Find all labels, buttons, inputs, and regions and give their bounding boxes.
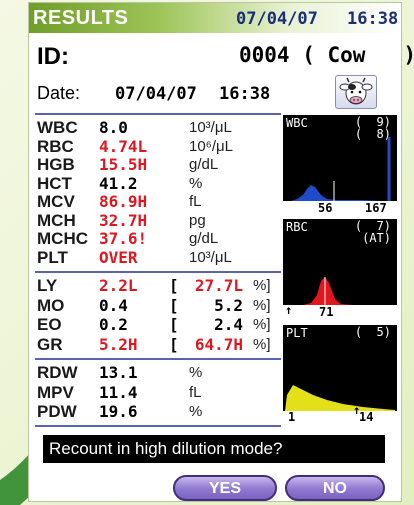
yes-button[interactable]: YES bbox=[173, 475, 277, 501]
rbc-marker-icon: ↑ bbox=[285, 303, 293, 317]
parameter-name: LY bbox=[37, 276, 58, 295]
cow-icon bbox=[339, 77, 373, 105]
parameter-name: MO bbox=[37, 295, 65, 315]
rbc-histogram: RBC ( 7) (AT) bbox=[283, 219, 397, 305]
parameter-value: 19.6 bbox=[99, 402, 138, 421]
sample-id: 0004 ( Cow ) bbox=[239, 43, 414, 67]
parameter-name: RDW bbox=[37, 363, 78, 382]
parameter-value: 13.1 bbox=[99, 363, 138, 382]
separator bbox=[35, 271, 281, 273]
parameter-unit: 10³/μL bbox=[189, 248, 232, 266]
wbc-axis-high: 167 bbox=[365, 201, 387, 215]
parameter-value: 86.9H bbox=[99, 192, 148, 211]
parameter-name: WBC bbox=[37, 118, 78, 137]
parameter-value: OVER bbox=[99, 247, 138, 267]
plt-histogram-curve bbox=[285, 385, 395, 411]
parameter-name: RBC bbox=[37, 136, 74, 156]
parameter-percent: 5.2 bbox=[214, 295, 243, 315]
parameter-name: EO bbox=[37, 315, 62, 334]
no-button[interactable]: NO bbox=[285, 475, 385, 501]
parameter-value: 0.4 bbox=[99, 295, 128, 315]
parameter-unit: 10⁶/μL bbox=[189, 137, 234, 155]
parameter-percent: 64.7H bbox=[194, 334, 243, 354]
parameter-value: 4.74L bbox=[99, 136, 148, 156]
header-time: 16:38 bbox=[347, 9, 399, 29]
parameter-name: HCT bbox=[37, 173, 72, 193]
parameter-unit: pg bbox=[189, 211, 206, 229]
parameter-name: MPV bbox=[37, 382, 74, 402]
id-label: ID: bbox=[37, 43, 69, 70]
parameter-value: 32.7H bbox=[99, 210, 148, 230]
parameter-name: PLT bbox=[37, 247, 68, 267]
date-label: Date: bbox=[37, 83, 81, 103]
plt-axis-low: 1 bbox=[288, 410, 296, 424]
title-bar: RESULTS 07/04/07 16:38 bbox=[29, 3, 401, 33]
parameter-unit: % bbox=[189, 364, 203, 381]
bracket-open: [ bbox=[169, 334, 179, 354]
parameter-name: MCV bbox=[37, 192, 75, 211]
wbc-histogram: WBC ( 9) ( 8) bbox=[283, 115, 397, 201]
bracket-open: [ bbox=[169, 315, 179, 334]
percent-unit: %] bbox=[253, 316, 271, 333]
sample-time: 16:38 bbox=[219, 84, 271, 104]
confirmation-prompt: Recount in high dilution mode? bbox=[43, 435, 385, 463]
species-button[interactable] bbox=[335, 75, 377, 109]
sample-date: 07/04/07 bbox=[115, 84, 197, 104]
parameter-value: 41.2 bbox=[99, 173, 138, 193]
parameter-unit: g/dL bbox=[189, 156, 219, 173]
parameter-value: 5.2H bbox=[99, 334, 138, 354]
rbc-axis-value: 71 bbox=[319, 305, 334, 319]
wbc-axis-low: 56 bbox=[318, 201, 333, 215]
parameter-name: MCH bbox=[37, 210, 76, 230]
parameter-name: MCHC bbox=[37, 229, 88, 248]
parameter-unit: fL bbox=[189, 383, 202, 401]
parameter-value: 11.4 bbox=[99, 382, 138, 402]
screen-title: RESULTS bbox=[33, 7, 129, 29]
parameter-unit: 10³/μL bbox=[189, 119, 232, 136]
parameter-unit: g/dL bbox=[189, 230, 219, 247]
separator bbox=[35, 113, 281, 115]
separator bbox=[35, 358, 281, 360]
parameter-value: 8.0 bbox=[99, 118, 128, 137]
header-date: 07/04/07 bbox=[236, 9, 318, 29]
percent-unit: %] bbox=[253, 277, 271, 294]
bracket-open: [ bbox=[169, 276, 179, 295]
parameter-unit: % bbox=[189, 403, 203, 420]
parameter-value: 15.5H bbox=[99, 155, 148, 174]
percent-unit: %] bbox=[253, 296, 271, 314]
parameter-name: PDW bbox=[37, 402, 77, 421]
parameter-unit: % bbox=[189, 174, 203, 192]
parameter-name: GR bbox=[37, 334, 63, 354]
plt-axis-high: 14 bbox=[359, 410, 374, 424]
parameter-value: 37.6! bbox=[99, 229, 148, 248]
parameter-value: 0.2 bbox=[99, 315, 128, 334]
parameter-percent: 27.7L bbox=[194, 276, 243, 295]
wbc-histogram-curve bbox=[291, 137, 391, 201]
parameter-name: HGB bbox=[37, 155, 75, 174]
parameter-percent: 2.4 bbox=[214, 315, 243, 334]
separator bbox=[35, 425, 281, 427]
bracket-open: [ bbox=[169, 295, 179, 315]
percent-unit: %] bbox=[253, 335, 271, 353]
rbc-histogram-curve bbox=[303, 277, 353, 305]
parameter-value: 2.2L bbox=[99, 276, 138, 295]
analyzer-screen: RESULTS 07/04/07 16:38 ID: 0004 ( Cow ) … bbox=[28, 2, 414, 502]
parameter-unit: fL bbox=[189, 193, 202, 210]
plt-histogram: PLT ( 5) bbox=[283, 325, 397, 411]
